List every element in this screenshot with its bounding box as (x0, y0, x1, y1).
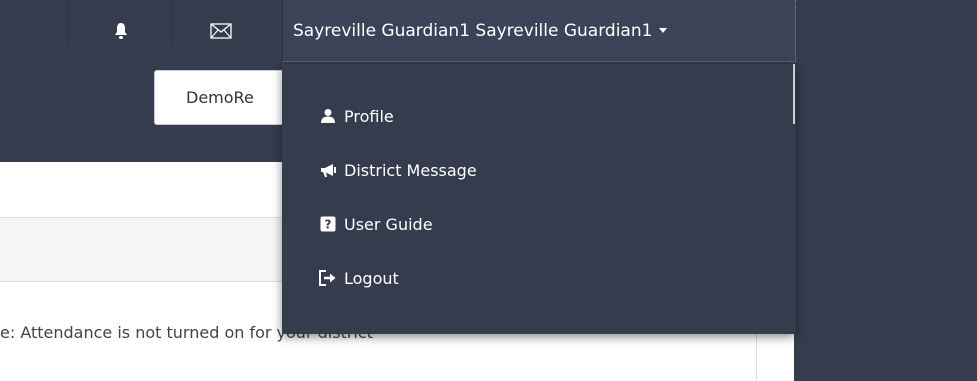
user-dropdown-menu: Profile District Message ? User Guide Lo… (282, 64, 796, 334)
menu-item-label: District Message (344, 160, 477, 180)
bell-icon[interactable] (96, 10, 146, 52)
right-side-panel (794, 162, 977, 381)
menu-item-label: Logout (344, 268, 399, 288)
menu-item-profile[interactable]: Profile (318, 106, 394, 126)
dropdown-scroll-edge (793, 64, 795, 124)
help-icon: ? (318, 214, 338, 234)
user-icon (318, 106, 338, 126)
logout-icon (318, 268, 338, 288)
mail-icon[interactable] (196, 10, 246, 52)
megaphone-icon (318, 160, 338, 180)
menu-item-logout[interactable]: Logout (318, 268, 399, 288)
svg-text:?: ? (325, 218, 332, 232)
menu-item-label: Profile (344, 106, 394, 126)
menu-item-label: User Guide (344, 214, 433, 234)
navbar-divider (68, 0, 69, 44)
menu-item-user-guide[interactable]: ? User Guide (318, 214, 433, 234)
caret-down-icon (659, 28, 668, 33)
user-name: Sayreville Guardian1 Sayreville Guardian… (293, 20, 653, 41)
menu-item-district-message[interactable]: District Message (318, 160, 477, 180)
user-menu-toggle[interactable]: Sayreville Guardian1 Sayreville Guardian… (282, 0, 796, 62)
navbar-divider (172, 0, 173, 44)
